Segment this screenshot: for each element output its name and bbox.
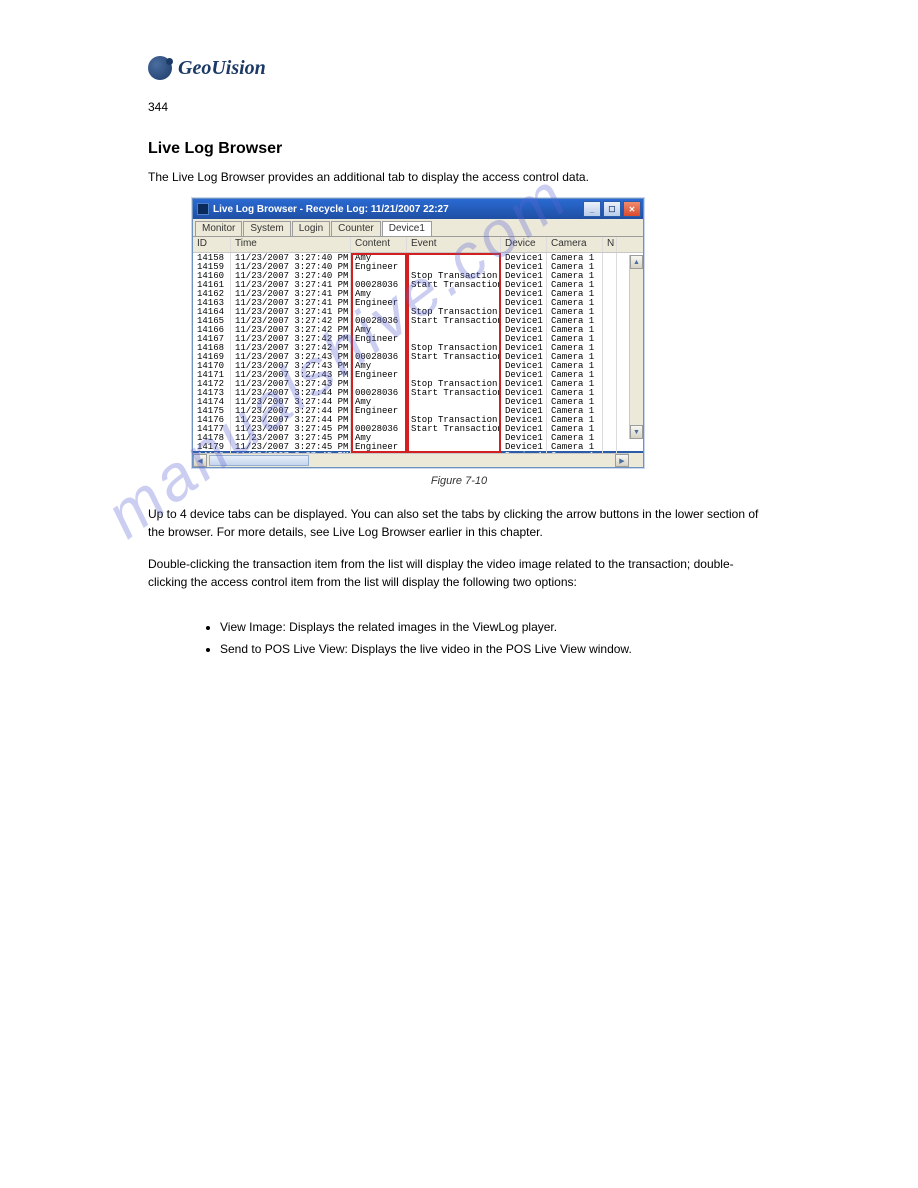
tab-login[interactable]: Login [292,221,330,236]
intro-paragraph: The Live Log Browser provides an additio… [148,168,770,186]
log-grid: IDTimeContentEventDeviceCameraN 1415811/… [193,237,643,453]
vertical-scrollbar[interactable]: ▲ ▼ [629,255,643,439]
column-header-n[interactable]: N [603,237,617,252]
horizontal-scrollbar[interactable]: ◀ ▶ [193,453,629,467]
table-row[interactable]: 1416211/23/2007 3:27:41 PMAmyDevice1Came… [193,289,643,298]
table-row[interactable]: 1416611/23/2007 3:27:42 PMAmyDevice1Came… [193,325,643,334]
table-row[interactable]: 1416411/23/2007 3:27:41 PMStop Transacti… [193,307,643,316]
grid-body: 1415811/23/2007 3:27:40 PMAmyDevice1Came… [193,253,643,453]
table-row[interactable]: 1416111/23/2007 3:27:41 PM00028036Start … [193,280,643,289]
brand-logo: GeoUision [148,56,266,80]
column-header-content[interactable]: Content [351,237,407,252]
figure-caption: Figure 7-10 [148,475,770,487]
list-item: View Image: Displays the related images … [220,618,770,636]
column-header-event[interactable]: Event [407,237,501,252]
table-row[interactable]: 1417911/23/2007 3:27:45 PMEngineerDevice… [193,442,643,451]
table-row[interactable]: 1416511/23/2007 3:27:42 PM00028036Start … [193,316,643,325]
paragraph-3: Double-clicking the transaction item fro… [148,555,770,591]
table-row[interactable]: 1417011/23/2007 3:27:43 PMAmyDevice1Came… [193,361,643,370]
maximize-button[interactable]: ☐ [603,201,621,217]
bullet-list: View Image: Displays the related images … [180,618,770,662]
page-number: 344 [148,100,168,114]
table-row[interactable]: 1415811/23/2007 3:27:40 PMAmyDevice1Came… [193,253,643,262]
column-header-time[interactable]: Time [231,237,351,252]
titlebar: Live Log Browser - Recycle Log: 11/21/20… [193,199,643,219]
table-row[interactable]: 1416311/23/2007 3:27:41 PMEngineerDevice… [193,298,643,307]
tab-bar: MonitorSystemLoginCounterDevice1 [193,219,643,237]
app-icon [197,203,209,215]
tab-monitor[interactable]: Monitor [195,221,242,236]
tab-device1[interactable]: Device1 [382,221,432,236]
table-row[interactable]: 1417611/23/2007 3:27:44 PMStop Transacti… [193,415,643,424]
paragraph-2: Up to 4 device tabs can be displayed. Yo… [148,505,770,541]
live-log-browser-window: Live Log Browser - Recycle Log: 11/21/20… [192,198,644,468]
table-row[interactable]: 1417211/23/2007 3:27:43 PMStop Transacti… [193,379,643,388]
table-row[interactable]: 1417411/23/2007 3:27:44 PMAmyDevice1Came… [193,397,643,406]
table-row[interactable]: 1417511/23/2007 3:27:44 PMEngineerDevice… [193,406,643,415]
column-header-device[interactable]: Device [501,237,547,252]
table-row[interactable]: 1417811/23/2007 3:27:45 PMAmyDevice1Came… [193,433,643,442]
tab-counter[interactable]: Counter [331,221,381,236]
table-row[interactable]: 1416011/23/2007 3:27:40 PMStop Transacti… [193,271,643,280]
close-button[interactable]: ✕ [623,201,641,217]
column-header-id[interactable]: ID [193,237,231,252]
window-title: Live Log Browser - Recycle Log: 11/21/20… [213,204,581,215]
table-row[interactable]: 1415911/23/2007 3:27:40 PMEngineerDevice… [193,262,643,271]
minimize-button[interactable]: _ [583,201,601,217]
scroll-down-icon[interactable]: ▼ [630,425,643,439]
table-row[interactable]: 1416711/23/2007 3:27:42 PMEngineerDevice… [193,334,643,343]
scroll-thumb[interactable] [209,455,309,466]
scroll-up-icon[interactable]: ▲ [630,255,643,269]
list-item: Send to POS Live View: Displays the live… [220,640,770,658]
scroll-left-icon[interactable]: ◀ [193,454,207,467]
scroll-right-icon[interactable]: ▶ [615,454,629,467]
table-row[interactable]: 1417111/23/2007 3:27:43 PMEngineerDevice… [193,370,643,379]
scroll-corner [629,453,643,467]
table-row[interactable]: 1417311/23/2007 3:27:44 PM00028036Start … [193,388,643,397]
globe-icon [148,56,172,80]
column-header-camera[interactable]: Camera [547,237,603,252]
table-row[interactable]: 1416911/23/2007 3:27:43 PM00028036Start … [193,352,643,361]
table-row[interactable]: 1416811/23/2007 3:27:42 PMStop Transacti… [193,343,643,352]
grid-header: IDTimeContentEventDeviceCameraN [193,237,643,253]
tab-system[interactable]: System [243,221,290,236]
table-row[interactable]: 1417711/23/2007 3:27:45 PM00028036Start … [193,424,643,433]
brand-name: GeoUision [178,57,266,80]
page-title: Live Log Browser [148,140,282,158]
